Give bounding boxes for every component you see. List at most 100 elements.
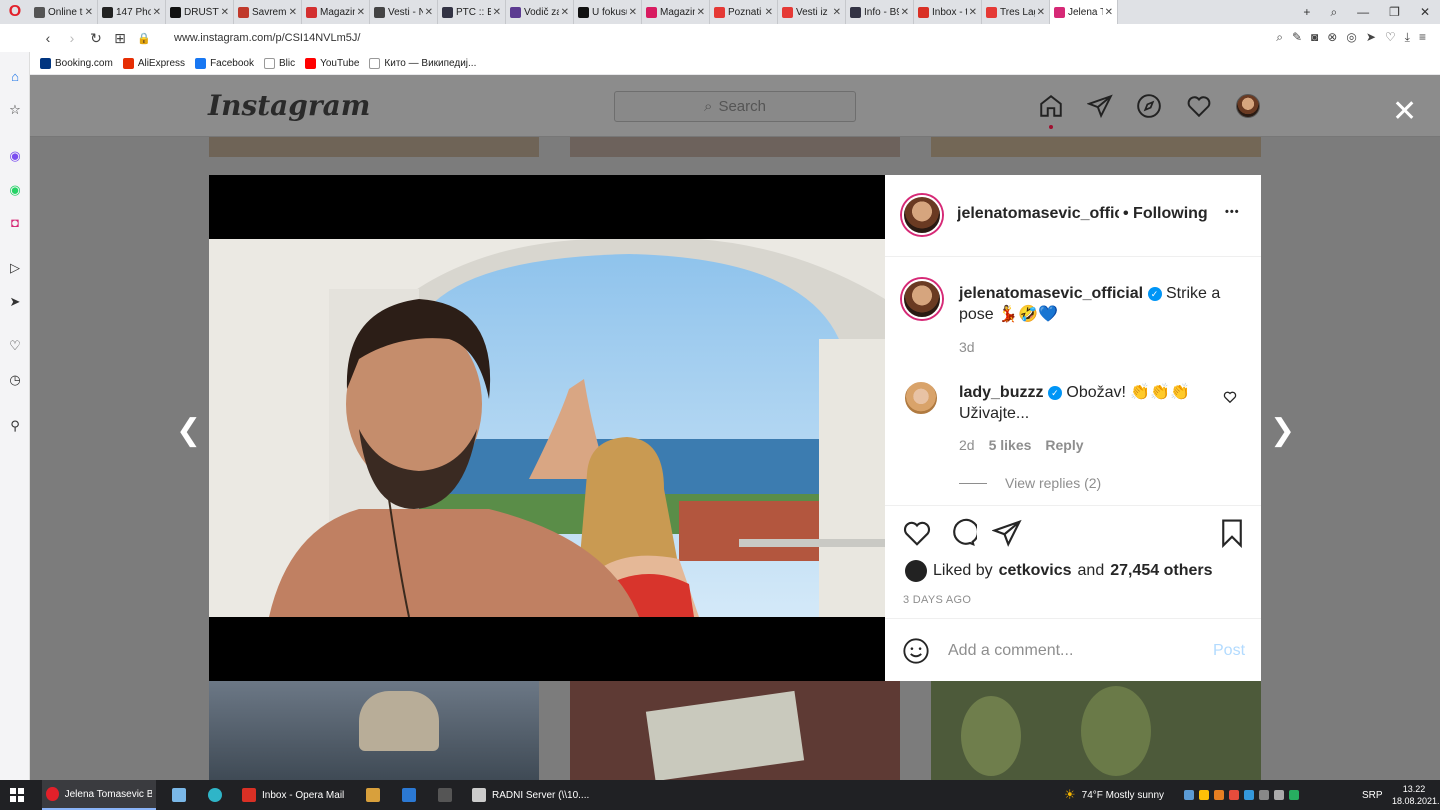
history-icon[interactable]: ◷ bbox=[7, 372, 23, 388]
home-icon[interactable] bbox=[1038, 93, 1064, 119]
comment-age[interactable]: 2d bbox=[959, 437, 975, 453]
browser-tab[interactable]: 147 Phot✕ bbox=[98, 0, 166, 24]
start-button[interactable] bbox=[6, 780, 28, 810]
minimize-button[interactable]: — bbox=[1357, 5, 1369, 19]
close-tab-icon[interactable]: ✕ bbox=[1037, 7, 1045, 18]
taskbar-app[interactable] bbox=[168, 780, 190, 810]
post-date[interactable]: 3 DAYS AGO bbox=[903, 594, 971, 606]
bookmark-item[interactable]: Кито — Википедиј... bbox=[369, 57, 476, 69]
share-icon[interactable] bbox=[991, 518, 1022, 548]
language-indicator[interactable]: SRP bbox=[1358, 780, 1387, 810]
instagram-icon[interactable]: ◘ bbox=[7, 214, 23, 230]
menu-icon[interactable]: ≡ bbox=[1419, 30, 1426, 45]
browser-tab[interactable]: Vesti iz S✕ bbox=[778, 0, 846, 24]
browser-tab[interactable]: Inbox - t ✕ bbox=[914, 0, 982, 24]
taskbar-app[interactable] bbox=[362, 780, 384, 810]
post-comment-button[interactable]: Post bbox=[1213, 642, 1245, 660]
tray-icon[interactable] bbox=[1199, 790, 1209, 800]
browser-tab[interactable]: Info - B9 ✕ bbox=[846, 0, 914, 24]
bookmark-item[interactable]: AliExpress bbox=[122, 57, 185, 69]
maximize-button[interactable]: ❐ bbox=[1389, 5, 1400, 19]
vpn-icon[interactable]: ◎ bbox=[1346, 30, 1356, 45]
grid-thumbnail[interactable] bbox=[209, 137, 539, 157]
emoji-icon[interactable] bbox=[902, 637, 930, 670]
close-tab-icon[interactable]: ✕ bbox=[1105, 7, 1113, 18]
close-tab-icon[interactable]: ✕ bbox=[969, 7, 977, 18]
browser-tab[interactable]: PTC :: Be✕ bbox=[438, 0, 506, 24]
bookmark-item[interactable]: Blic bbox=[263, 57, 295, 69]
edit-icon[interactable]: ✎ bbox=[1292, 30, 1302, 45]
comment-like-icon[interactable] bbox=[1223, 390, 1237, 409]
browser-tab[interactable]: Poznati ✕ bbox=[710, 0, 778, 24]
opera-logo-icon[interactable]: O bbox=[0, 0, 30, 24]
url-field[interactable]: www.instagram.com/p/CSI14NVLm5J/ bbox=[174, 32, 360, 44]
grid-thumbnail[interactable] bbox=[931, 137, 1261, 157]
author-avatar[interactable] bbox=[902, 195, 942, 235]
browser-tab[interactable]: Magazin ✕ bbox=[642, 0, 710, 24]
search-icon[interactable]: ⌕ bbox=[1276, 30, 1283, 45]
browser-tab[interactable]: DRUŠTV✕ bbox=[166, 0, 234, 24]
search-input[interactable]: ⌕ Search bbox=[614, 91, 856, 122]
home-icon[interactable]: ⌂ bbox=[7, 68, 23, 84]
close-tab-icon[interactable]: ✕ bbox=[697, 7, 705, 18]
close-tab-icon[interactable]: ✕ bbox=[85, 7, 93, 18]
tray-icon[interactable] bbox=[1244, 790, 1254, 800]
bulb-icon[interactable]: ⚲ bbox=[7, 418, 23, 434]
taskbar-app[interactable] bbox=[204, 780, 226, 810]
bookmark-item[interactable]: YouTube bbox=[305, 57, 359, 69]
reload-button[interactable]: ↻ bbox=[84, 30, 108, 47]
grid-thumbnail[interactable] bbox=[931, 681, 1261, 780]
tray-icon[interactable] bbox=[1289, 790, 1299, 800]
caption-avatar[interactable] bbox=[902, 279, 942, 319]
taskbar-remote[interactable]: RADNI Server (\\10.... bbox=[468, 780, 593, 810]
liked-others[interactable]: 27,454 others bbox=[1110, 562, 1212, 580]
more-options-button[interactable]: ••• bbox=[1225, 206, 1240, 218]
liker-username[interactable]: cetkovics bbox=[999, 562, 1072, 580]
send-icon[interactable]: ➤ bbox=[1366, 30, 1376, 45]
heart-icon[interactable]: ♡ bbox=[1385, 30, 1396, 45]
taskbar-mail[interactable]: Inbox - Opera Mail bbox=[238, 780, 348, 810]
block-icon[interactable]: ⊗ bbox=[1327, 30, 1337, 45]
heart-icon[interactable]: ♡ bbox=[7, 338, 23, 354]
instagram-logo[interactable]: Instagram bbox=[208, 89, 370, 122]
previous-post-button[interactable]: ❮ bbox=[176, 413, 201, 448]
close-tab-icon[interactable]: ✕ bbox=[833, 7, 841, 18]
new-tab-button[interactable]: + bbox=[1303, 5, 1310, 19]
back-button[interactable]: ‹ bbox=[36, 30, 60, 46]
search-tabs-icon[interactable]: ⌕ bbox=[1330, 5, 1337, 20]
liker-avatar[interactable] bbox=[905, 560, 927, 582]
comment-icon[interactable] bbox=[947, 518, 980, 548]
browser-tab[interactable]: Savremen✕ bbox=[234, 0, 302, 24]
close-tab-icon[interactable]: ✕ bbox=[901, 7, 909, 18]
activity-heart-icon[interactable] bbox=[1186, 93, 1212, 119]
reply-button[interactable]: Reply bbox=[1045, 437, 1083, 453]
grid-thumbnail[interactable] bbox=[209, 681, 539, 780]
browser-tab[interactable]: Vodič za ✕ bbox=[506, 0, 574, 24]
tray-icon[interactable] bbox=[1214, 790, 1224, 800]
tray-icon[interactable] bbox=[1274, 790, 1284, 800]
like-heart-icon[interactable] bbox=[902, 518, 932, 548]
whatsapp-icon[interactable]: ◉ bbox=[7, 182, 23, 198]
bookmark-item[interactable]: Facebook bbox=[195, 57, 254, 69]
save-bookmark-icon[interactable] bbox=[1217, 518, 1247, 549]
taskbar-opera[interactable]: Jelena Tomasevic B... bbox=[42, 780, 156, 810]
profile-avatar[interactable] bbox=[1236, 94, 1260, 118]
close-tab-icon[interactable]: ✕ bbox=[765, 7, 773, 18]
author-username[interactable]: jelenatomasevic_official bbox=[957, 205, 1119, 223]
close-tab-icon[interactable]: ✕ bbox=[357, 7, 365, 18]
star-icon[interactable]: ☆ bbox=[7, 102, 23, 118]
browser-tab[interactable]: Vesti - N ✕ bbox=[370, 0, 438, 24]
caption-age[interactable]: 3d bbox=[959, 339, 975, 355]
comment-input[interactable]: Add a comment... bbox=[948, 642, 1073, 660]
direct-message-icon[interactable] bbox=[1087, 93, 1113, 119]
caption-username[interactable]: jelenatomasevic_official bbox=[959, 285, 1143, 302]
view-replies[interactable]: View replies (2) bbox=[959, 475, 1101, 491]
explore-icon[interactable] bbox=[1136, 93, 1162, 119]
grid-thumbnail[interactable] bbox=[570, 137, 900, 157]
tray-icon[interactable] bbox=[1184, 790, 1194, 800]
commenter-username[interactable]: lady_buzzz bbox=[959, 384, 1043, 401]
browser-tab[interactable]: Online te✕ bbox=[30, 0, 98, 24]
close-tab-icon[interactable]: ✕ bbox=[425, 7, 433, 18]
close-tab-icon[interactable]: ✕ bbox=[153, 7, 161, 18]
browser-tab[interactable]: Jelena To✕ bbox=[1050, 0, 1118, 24]
